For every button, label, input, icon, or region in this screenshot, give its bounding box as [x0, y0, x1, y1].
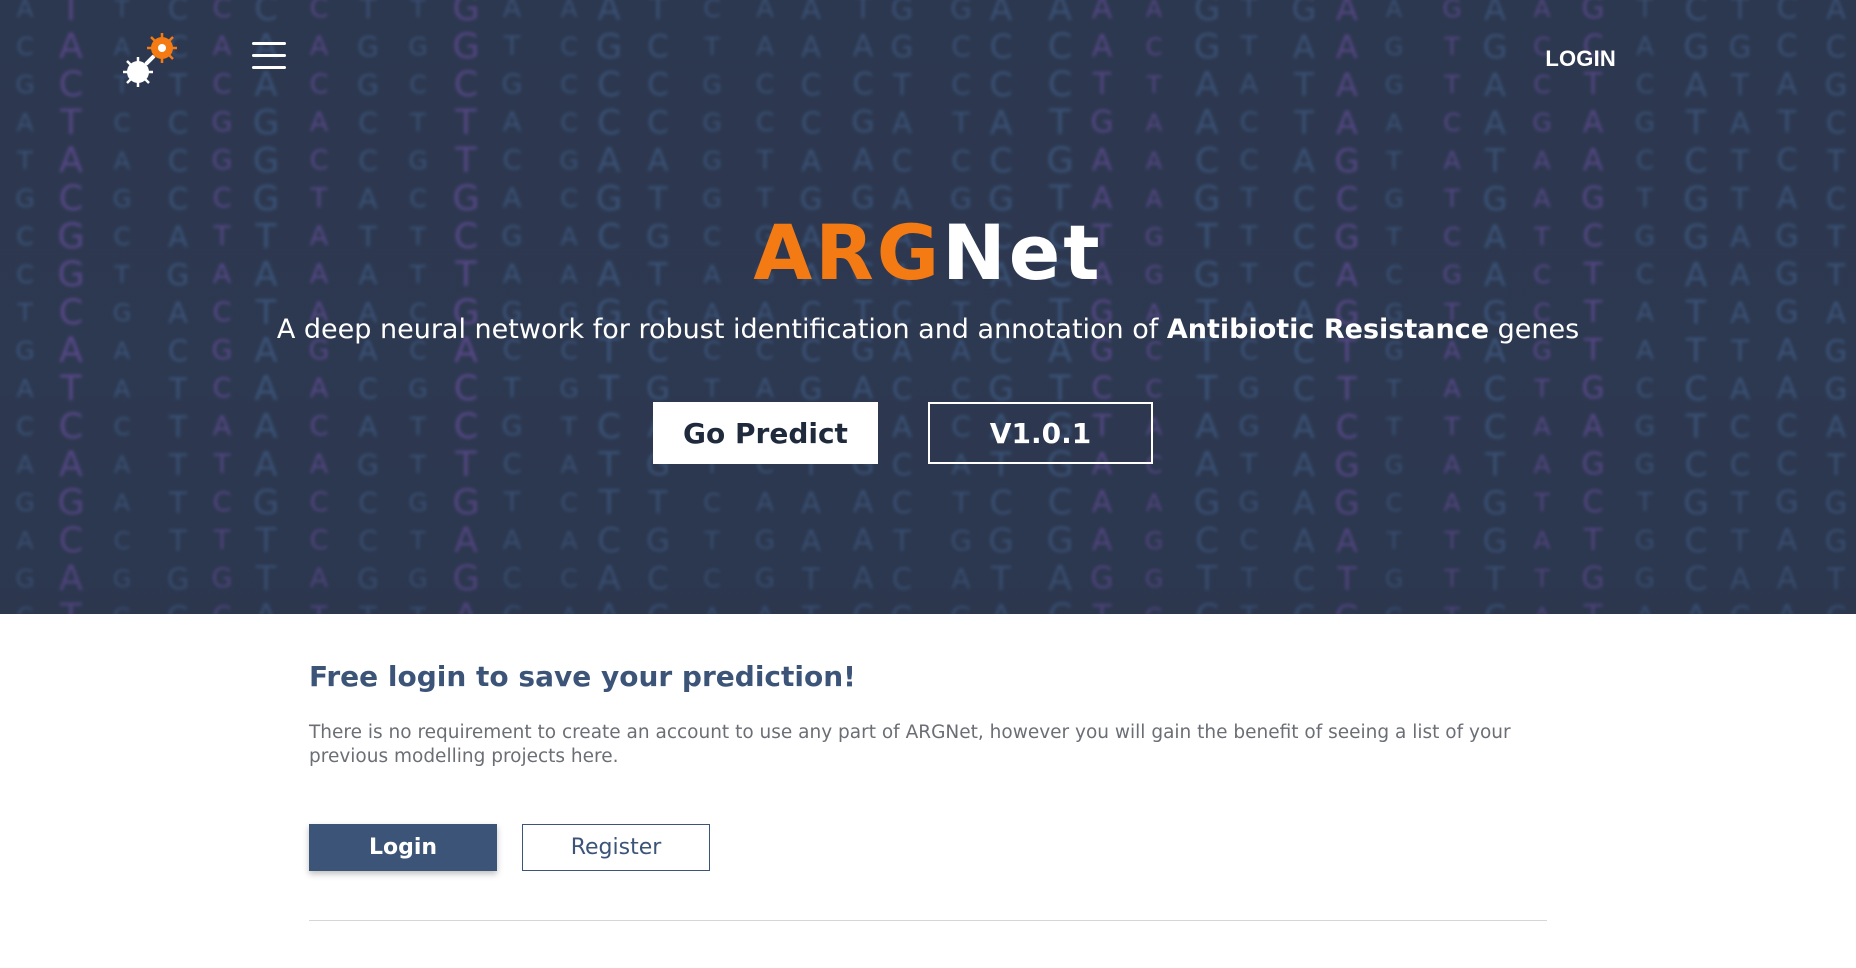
subtitle-suffix: genes: [1489, 314, 1580, 345]
nav-login-link[interactable]: LOGIN: [1545, 46, 1616, 72]
title-net: Net: [942, 208, 1103, 297]
go-predict-button[interactable]: Go Predict: [653, 402, 878, 464]
hero-banner: A C G A T G C C T G A C A G A G C T A C …: [0, 0, 1856, 614]
login-section: Free login to save your prediction! Ther…: [309, 660, 1547, 769]
title-arg: ARG: [753, 208, 943, 297]
bacteria-logo[interactable]: [120, 30, 182, 92]
register-button[interactable]: Register: [522, 824, 710, 871]
section-description: There is no requirement to create an acc…: [309, 722, 1511, 767]
subtitle-highlight: Antibiotic Resistance: [1166, 314, 1490, 345]
hero-subtitle: A deep neural network for robust identif…: [0, 314, 1856, 345]
top-navigation: LOGIN: [0, 0, 1856, 120]
subtitle-prefix: A deep neural network for robust identif…: [276, 314, 1167, 345]
version-button[interactable]: V1.0.1: [928, 402, 1153, 464]
page-title: ARGNet: [0, 208, 1856, 297]
section-divider: [309, 920, 1547, 921]
login-button[interactable]: Login: [309, 824, 497, 871]
section-title: Free login to save your prediction!: [309, 660, 856, 693]
hamburger-menu-icon[interactable]: [252, 42, 286, 76]
